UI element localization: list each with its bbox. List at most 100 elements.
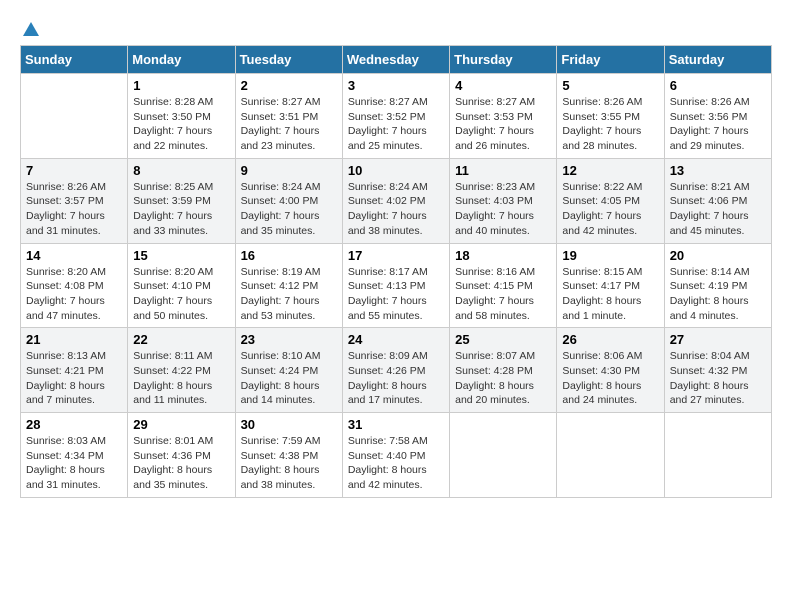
calendar-cell: 9 Sunrise: 8:24 AMSunset: 4:00 PMDaylight… xyxy=(235,158,342,243)
day-number: 21 xyxy=(26,332,122,347)
day-number: 17 xyxy=(348,248,444,263)
day-number: 11 xyxy=(455,163,551,178)
day-info: Sunrise: 8:27 AMSunset: 3:53 PMDaylight:… xyxy=(455,95,551,154)
day-number: 22 xyxy=(133,332,229,347)
calendar-cell xyxy=(557,413,664,498)
day-info: Sunrise: 8:10 AMSunset: 4:24 PMDaylight:… xyxy=(241,349,337,408)
header-tuesday: Tuesday xyxy=(235,46,342,74)
calendar-cell: 12 Sunrise: 8:22 AMSunset: 4:05 PMDayligh… xyxy=(557,158,664,243)
day-info: Sunrise: 8:26 AMSunset: 3:57 PMDaylight:… xyxy=(26,180,122,239)
day-number: 16 xyxy=(241,248,337,263)
day-info: Sunrise: 8:19 AMSunset: 4:12 PMDaylight:… xyxy=(241,265,337,324)
calendar-cell: 2 Sunrise: 8:27 AMSunset: 3:51 PMDaylight… xyxy=(235,74,342,159)
day-info: Sunrise: 8:25 AMSunset: 3:59 PMDaylight:… xyxy=(133,180,229,239)
week-row-1: 1 Sunrise: 8:28 AMSunset: 3:50 PMDaylight… xyxy=(21,74,772,159)
day-info: Sunrise: 8:16 AMSunset: 4:15 PMDaylight:… xyxy=(455,265,551,324)
day-number: 2 xyxy=(241,78,337,93)
header-thursday: Thursday xyxy=(450,46,557,74)
day-number: 7 xyxy=(26,163,122,178)
day-info: Sunrise: 8:04 AMSunset: 4:32 PMDaylight:… xyxy=(670,349,766,408)
calendar-cell: 30 Sunrise: 7:59 AMSunset: 4:38 PMDayligh… xyxy=(235,413,342,498)
day-info: Sunrise: 8:28 AMSunset: 3:50 PMDaylight:… xyxy=(133,95,229,154)
day-number: 27 xyxy=(670,332,766,347)
calendar-cell: 3Sunrise: 8:27 AMSunset: 3:52 PMDaylight… xyxy=(342,74,449,159)
day-number: 18 xyxy=(455,248,551,263)
calendar-cell: 25 Sunrise: 8:07 AMSunset: 4:28 PMDayligh… xyxy=(450,328,557,413)
logo xyxy=(20,20,42,35)
day-number: 4 xyxy=(455,78,551,93)
day-info: Sunrise: 7:58 AMSunset: 4:40 PMDaylight:… xyxy=(348,434,444,493)
calendar-cell: 26Sunrise: 8:06 AMSunset: 4:30 PMDayligh… xyxy=(557,328,664,413)
calendar-cell: 5Sunrise: 8:26 AMSunset: 3:55 PMDaylight… xyxy=(557,74,664,159)
day-info: Sunrise: 8:06 AMSunset: 4:30 PMDaylight:… xyxy=(562,349,658,408)
day-info: Sunrise: 8:22 AMSunset: 4:05 PMDaylight:… xyxy=(562,180,658,239)
header-wednesday: Wednesday xyxy=(342,46,449,74)
day-info: Sunrise: 8:24 AMSunset: 4:00 PMDaylight:… xyxy=(241,180,337,239)
week-row-5: 28 Sunrise: 8:03 AMSunset: 4:34 PMDayligh… xyxy=(21,413,772,498)
day-info: Sunrise: 8:23 AMSunset: 4:03 PMDaylight:… xyxy=(455,180,551,239)
calendar-cell: 18 Sunrise: 8:16 AMSunset: 4:15 PMDayligh… xyxy=(450,243,557,328)
day-number: 5 xyxy=(562,78,658,93)
calendar-cell: 15Sunrise: 8:20 AMSunset: 4:10 PMDayligh… xyxy=(128,243,235,328)
day-info: Sunrise: 8:03 AMSunset: 4:34 PMDaylight:… xyxy=(26,434,122,493)
day-number: 19 xyxy=(562,248,658,263)
day-info: Sunrise: 8:13 AMSunset: 4:21 PMDaylight:… xyxy=(26,349,122,408)
calendar-cell: 29 Sunrise: 8:01 AMSunset: 4:36 PMDayligh… xyxy=(128,413,235,498)
day-number: 15 xyxy=(133,248,229,263)
day-number: 29 xyxy=(133,417,229,432)
day-info: Sunrise: 8:07 AMSunset: 4:28 PMDaylight:… xyxy=(455,349,551,408)
header-monday: Monday xyxy=(128,46,235,74)
day-number: 14 xyxy=(26,248,122,263)
day-info: Sunrise: 7:59 AMSunset: 4:38 PMDaylight:… xyxy=(241,434,337,493)
day-number: 10 xyxy=(348,163,444,178)
logo-icon xyxy=(21,20,41,40)
calendar-cell: 16 Sunrise: 8:19 AMSunset: 4:12 PMDayligh… xyxy=(235,243,342,328)
day-number: 1 xyxy=(133,78,229,93)
calendar-header-row: SundayMondayTuesdayWednesdayThursdayFrid… xyxy=(21,46,772,74)
calendar-cell: 8Sunrise: 8:25 AMSunset: 3:59 PMDaylight… xyxy=(128,158,235,243)
day-number: 12 xyxy=(562,163,658,178)
day-number: 3 xyxy=(348,78,444,93)
day-number: 6 xyxy=(670,78,766,93)
calendar-cell: 31 Sunrise: 7:58 AMSunset: 4:40 PMDayligh… xyxy=(342,413,449,498)
day-info: Sunrise: 8:27 AMSunset: 3:51 PMDaylight:… xyxy=(241,95,337,154)
day-info: Sunrise: 8:14 AMSunset: 4:19 PMDaylight:… xyxy=(670,265,766,324)
header-friday: Friday xyxy=(557,46,664,74)
calendar-cell: 23Sunrise: 8:10 AMSunset: 4:24 PMDayligh… xyxy=(235,328,342,413)
calendar-cell: 7 Sunrise: 8:26 AMSunset: 3:57 PMDaylight… xyxy=(21,158,128,243)
day-number: 31 xyxy=(348,417,444,432)
calendar-cell: 4 Sunrise: 8:27 AMSunset: 3:53 PMDaylight… xyxy=(450,74,557,159)
day-number: 24 xyxy=(348,332,444,347)
calendar-table: SundayMondayTuesdayWednesdayThursdayFrid… xyxy=(20,45,772,498)
calendar-cell: 10 Sunrise: 8:24 AMSunset: 4:02 PMDayligh… xyxy=(342,158,449,243)
day-number: 9 xyxy=(241,163,337,178)
calendar-cell: 20Sunrise: 8:14 AMSunset: 4:19 PMDayligh… xyxy=(664,243,771,328)
day-info: Sunrise: 8:24 AMSunset: 4:02 PMDaylight:… xyxy=(348,180,444,239)
calendar-cell xyxy=(450,413,557,498)
calendar-cell: 27 Sunrise: 8:04 AMSunset: 4:32 PMDayligh… xyxy=(664,328,771,413)
day-info: Sunrise: 8:09 AMSunset: 4:26 PMDaylight:… xyxy=(348,349,444,408)
week-row-3: 14 Sunrise: 8:20 AMSunset: 4:08 PMDayligh… xyxy=(21,243,772,328)
header-sunday: Sunday xyxy=(21,46,128,74)
day-number: 28 xyxy=(26,417,122,432)
calendar-cell: 13Sunrise: 8:21 AMSunset: 4:06 PMDayligh… xyxy=(664,158,771,243)
day-info: Sunrise: 8:17 AMSunset: 4:13 PMDaylight:… xyxy=(348,265,444,324)
week-row-2: 7 Sunrise: 8:26 AMSunset: 3:57 PMDaylight… xyxy=(21,158,772,243)
day-info: Sunrise: 8:20 AMSunset: 4:08 PMDaylight:… xyxy=(26,265,122,324)
calendar-cell: 1 Sunrise: 8:28 AMSunset: 3:50 PMDaylight… xyxy=(128,74,235,159)
calendar-cell: 19Sunrise: 8:15 AMSunset: 4:17 PMDayligh… xyxy=(557,243,664,328)
day-number: 30 xyxy=(241,417,337,432)
day-info: Sunrise: 8:01 AMSunset: 4:36 PMDaylight:… xyxy=(133,434,229,493)
header-saturday: Saturday xyxy=(664,46,771,74)
day-info: Sunrise: 8:11 AMSunset: 4:22 PMDaylight:… xyxy=(133,349,229,408)
day-info: Sunrise: 8:21 AMSunset: 4:06 PMDaylight:… xyxy=(670,180,766,239)
calendar-cell: 17 Sunrise: 8:17 AMSunset: 4:13 PMDayligh… xyxy=(342,243,449,328)
calendar-cell: 14 Sunrise: 8:20 AMSunset: 4:08 PMDayligh… xyxy=(21,243,128,328)
calendar-cell xyxy=(21,74,128,159)
calendar-cell: 22 Sunrise: 8:11 AMSunset: 4:22 PMDayligh… xyxy=(128,328,235,413)
calendar-cell: 11 Sunrise: 8:23 AMSunset: 4:03 PMDayligh… xyxy=(450,158,557,243)
calendar-cell: 24 Sunrise: 8:09 AMSunset: 4:26 PMDayligh… xyxy=(342,328,449,413)
day-number: 25 xyxy=(455,332,551,347)
page-header xyxy=(20,20,772,35)
calendar-cell: 21 Sunrise: 8:13 AMSunset: 4:21 PMDayligh… xyxy=(21,328,128,413)
